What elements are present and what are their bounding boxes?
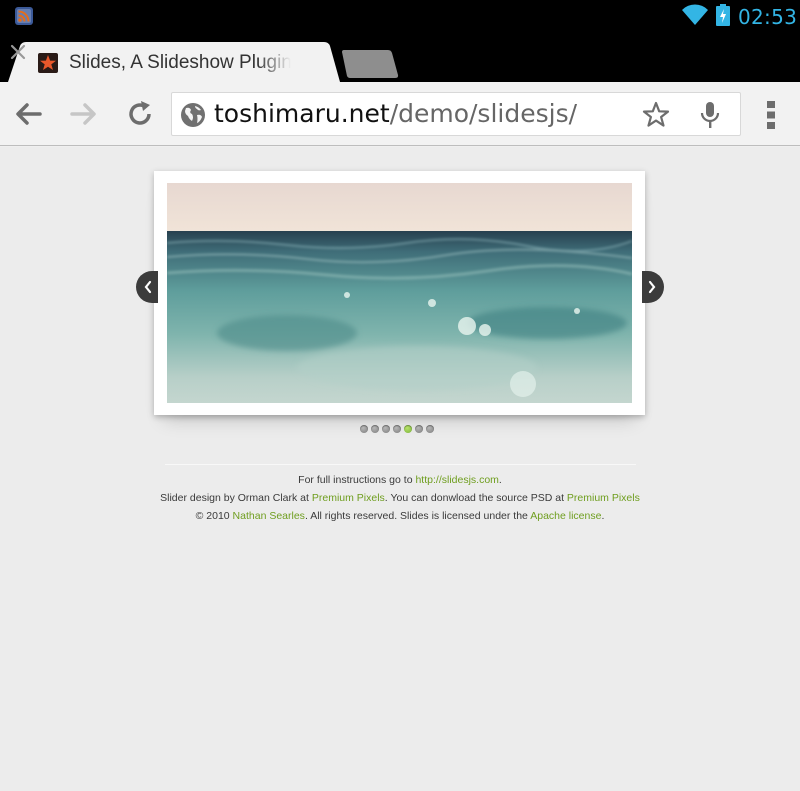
close-tab-icon[interactable] — [8, 42, 28, 62]
premium-pixels-link[interactable]: Premium Pixels — [312, 492, 385, 504]
page-content: For full instructions go to http://slide… — [0, 147, 800, 791]
bookmark-star-icon[interactable] — [642, 101, 670, 129]
footer-line-instructions: For full instructions go to http://slide… — [298, 474, 502, 486]
forward-icon[interactable] — [69, 99, 99, 129]
wifi-icon — [682, 4, 708, 26]
url-text: toshimaru.net/demo/slidesjs/ — [214, 99, 577, 128]
pagination-dot[interactable] — [426, 425, 434, 433]
url-host: toshimaru.net — [214, 99, 390, 128]
tab-active[interactable]: Slides, A Slideshow Plugin for jQuery — [8, 42, 340, 82]
slide-image — [167, 183, 632, 403]
tab-title: Slides, A Slideshow Plugin for jQuery — [69, 52, 291, 73]
new-tab-icon[interactable] — [342, 50, 400, 78]
pagination-dot[interactable] — [382, 425, 390, 433]
reload-icon[interactable] — [125, 99, 155, 129]
apache-license-link[interactable]: Apache license — [530, 510, 601, 522]
status-bar: 02:53 — [0, 0, 800, 32]
page-footer: For full instructions go to http://slide… — [100, 471, 700, 525]
slidesjs-link[interactable]: http://slidesjs.com — [415, 474, 498, 486]
overflow-menu-icon[interactable] — [762, 100, 780, 130]
chevron-left-icon[interactable] — [136, 271, 164, 303]
nathan-searles-link[interactable]: Nathan Searles — [233, 510, 305, 522]
browser-toolbar: toshimaru.net/demo/slidesjs/ — [0, 82, 800, 146]
pagination-dot[interactable] — [371, 425, 379, 433]
battery-charging-icon — [716, 4, 730, 26]
footer-divider — [165, 464, 636, 465]
footer-line-design: Slider design by Orman Clark at Premium … — [160, 492, 640, 504]
pagination-dot[interactable] — [415, 425, 423, 433]
slide-pagination — [360, 425, 434, 435]
premium-pixels-psd-link[interactable]: Premium Pixels — [567, 492, 640, 504]
pagination-dot[interactable] — [404, 425, 412, 433]
globe-icon — [181, 103, 205, 127]
star-favicon-icon — [38, 53, 58, 73]
slideshow-frame — [154, 171, 645, 415]
rss-icon — [15, 7, 33, 25]
url-bar[interactable]: toshimaru.net/demo/slidesjs/ — [171, 92, 741, 136]
chevron-right-icon[interactable] — [636, 271, 664, 303]
pagination-dot[interactable] — [393, 425, 401, 433]
url-path: /demo/slidesjs/ — [389, 99, 578, 128]
pagination-dot[interactable] — [360, 425, 368, 433]
back-icon[interactable] — [13, 99, 43, 129]
microphone-icon[interactable] — [699, 101, 721, 129]
clock-time: 02:53 — [738, 5, 798, 29]
tab-strip: Slides, A Slideshow Plugin for jQuery — [0, 32, 800, 82]
footer-line-copyright: © 2010 Nathan Searles. All rights reserv… — [195, 510, 605, 522]
